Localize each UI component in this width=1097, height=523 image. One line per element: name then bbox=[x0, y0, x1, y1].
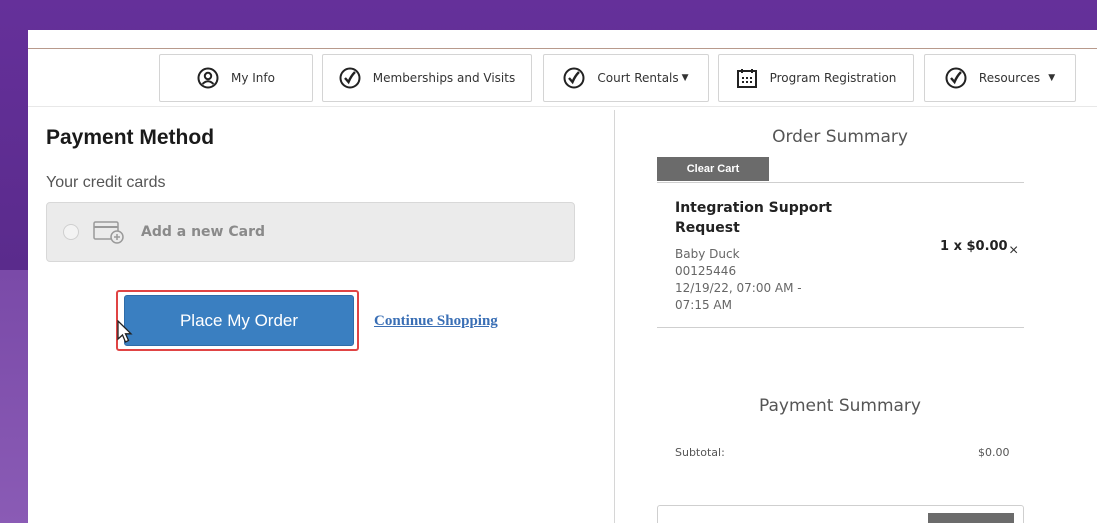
nav-label: Memberships and Visits bbox=[372, 71, 516, 85]
add-card-option[interactable]: Add a new Card bbox=[46, 202, 575, 262]
check-logo-icon bbox=[563, 67, 585, 89]
place-order-button[interactable]: Place My Order bbox=[124, 295, 354, 346]
nav-memberships-button[interactable]: Memberships and Visits bbox=[322, 54, 532, 102]
nav-divider bbox=[28, 106, 1097, 107]
main-nav: My Info Memberships and Visits Court Ren… bbox=[28, 54, 1097, 102]
calendar-icon bbox=[736, 67, 758, 89]
nav-my-info-button[interactable]: My Info bbox=[159, 54, 313, 102]
chevron-down-icon: ▼ bbox=[681, 73, 689, 83]
subtotal-value: $0.00 bbox=[978, 446, 1010, 459]
checkout-page: My Info Memberships and Visits Court Ren… bbox=[28, 30, 1097, 523]
cart-item-id: 00125446 bbox=[675, 264, 737, 278]
continue-shopping-link[interactable]: Continue Shopping bbox=[374, 313, 498, 330]
summary-divider bbox=[657, 182, 1024, 183]
credit-cards-label: Your credit cards bbox=[46, 174, 166, 191]
cart-item-time-start: 12/19/22, 07:00 AM - bbox=[675, 281, 802, 295]
add-card-radio[interactable] bbox=[63, 224, 79, 240]
nav-label: Court Rentals bbox=[597, 71, 679, 85]
header-rule bbox=[28, 48, 1097, 49]
promo-apply-button[interactable] bbox=[928, 513, 1014, 523]
nav-label: Resources bbox=[978, 71, 1041, 85]
subtotal-label: Subtotal: bbox=[675, 446, 725, 459]
cart-item-time-end: 07:15 AM bbox=[675, 298, 732, 312]
check-logo-icon bbox=[945, 67, 967, 89]
cart-item-person: Baby Duck bbox=[675, 247, 740, 261]
mouse-cursor-icon bbox=[116, 319, 134, 349]
payment-method-title: Payment Method bbox=[46, 126, 215, 149]
nav-label: My Info bbox=[231, 71, 275, 85]
user-circle-icon bbox=[197, 67, 219, 89]
order-summary-title: Order Summary bbox=[772, 127, 908, 147]
check-logo-icon bbox=[339, 67, 361, 89]
nav-label: Program Registration bbox=[769, 71, 897, 85]
cart-item-quantity: 1 x $0.00 bbox=[940, 239, 1008, 254]
payment-summary-title: Payment Summary bbox=[759, 396, 921, 416]
cart-item-name: Integration Support Request bbox=[675, 200, 832, 236]
chevron-down-icon: ▼ bbox=[1048, 73, 1056, 83]
remove-item-icon[interactable]: × bbox=[1009, 242, 1018, 260]
clear-cart-button[interactable]: Clear Cart bbox=[657, 157, 769, 181]
nav-program-registration-button[interactable]: Program Registration bbox=[718, 54, 914, 102]
summary-divider bbox=[657, 327, 1024, 328]
column-divider bbox=[614, 110, 615, 523]
nav-court-rentals-button[interactable]: Court Rentals ▼ bbox=[543, 54, 709, 102]
add-credit-card-icon bbox=[93, 220, 125, 244]
nav-resources-button[interactable]: Resources ▼ bbox=[924, 54, 1076, 102]
add-card-label: Add a new Card bbox=[141, 224, 265, 240]
